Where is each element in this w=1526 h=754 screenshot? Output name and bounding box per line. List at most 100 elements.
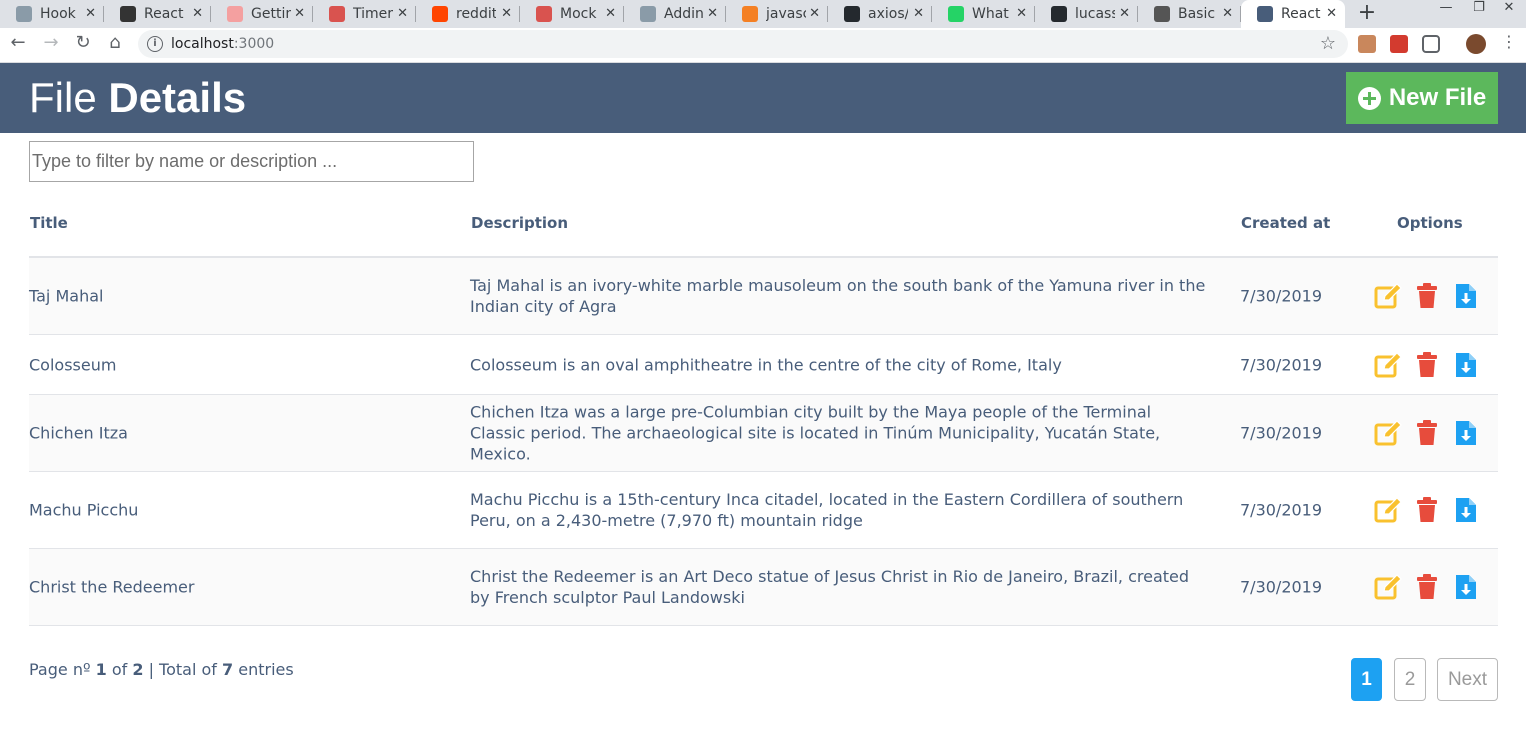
pocket-icon[interactable] [1422, 35, 1440, 53]
row-options [1374, 419, 1491, 447]
profile-avatar[interactable] [1466, 34, 1486, 54]
tab-close-icon[interactable]: ✕ [913, 6, 924, 21]
tab-close-icon[interactable]: ✕ [1326, 6, 1337, 21]
tab-close-icon[interactable]: ✕ [1016, 6, 1027, 21]
column-header-title[interactable]: Title [30, 214, 68, 232]
browser-tab-label: reddit [456, 6, 496, 22]
browser-tab[interactable]: Hook ✕ [0, 0, 104, 28]
browser-tab-label: What [972, 6, 1009, 22]
files-table: Title Description Created at Options Taj… [29, 200, 1498, 626]
browser-tab[interactable]: React ✕ [1241, 0, 1345, 28]
row-description: Chichen Itza was a large pre-Columbian c… [470, 402, 1161, 464]
sketch-icon [329, 6, 345, 22]
close-window-icon[interactable]: ✕ [1501, 0, 1517, 28]
table-row: Machu Picchu Machu Picchu is a 15th-centu… [29, 472, 1498, 549]
browser-tab[interactable]: Timer ✕ [313, 0, 416, 28]
edit-icon[interactable] [1374, 351, 1402, 379]
row-options [1374, 496, 1491, 524]
browser-tab-label: javasc [766, 6, 806, 22]
reddit-icon [432, 6, 448, 22]
table-header: Title Description Created at Options [29, 200, 1498, 258]
address-bar[interactable]: i localhost:3000 ☆ [138, 30, 1348, 58]
page-title: File Details [29, 74, 247, 121]
tab-close-icon[interactable]: ✕ [707, 6, 718, 21]
browser-tab-label: React [1281, 6, 1321, 22]
browser-tab[interactable]: Mock ✕ [520, 0, 624, 28]
filter-input[interactable] [29, 141, 474, 182]
tab-close-icon[interactable]: ✕ [1222, 6, 1233, 21]
tab-close-icon[interactable]: ✕ [397, 6, 408, 21]
back-icon[interactable]: ← [5, 32, 31, 58]
browser-tab[interactable]: Gettin ✕ [211, 0, 313, 28]
delete-icon[interactable] [1413, 573, 1441, 601]
browser-tab[interactable]: lucass ✕ [1035, 0, 1138, 28]
github-icon [844, 6, 860, 22]
page-2-button[interactable]: 2 [1394, 658, 1426, 701]
row-created-at: 7/30/2019 [1240, 423, 1323, 443]
bookmark-star-icon[interactable]: ☆ [1320, 33, 1336, 54]
browser-tab-label: Mock [560, 6, 597, 22]
plus-circle-icon [1357, 86, 1381, 110]
download-icon[interactable] [1452, 573, 1480, 601]
browser-tab[interactable]: javasc ✕ [726, 0, 828, 28]
site-info-icon[interactable]: i [147, 36, 163, 52]
tab-close-icon[interactable]: ✕ [294, 6, 305, 21]
tab-close-icon[interactable]: ✕ [605, 6, 616, 21]
tab-close-icon[interactable]: ✕ [1119, 6, 1130, 21]
address-url: localhost:3000 [171, 36, 275, 52]
extension-icon[interactable] [1358, 35, 1376, 53]
react-icon [16, 6, 32, 22]
tab-close-icon[interactable]: ✕ [501, 6, 512, 21]
browser-tab[interactable]: axios/ ✕ [828, 0, 932, 28]
markdown-icon [1154, 6, 1170, 22]
row-created-at: 7/30/2019 [1240, 577, 1323, 597]
react-icon [1257, 6, 1273, 22]
page-info: Page nº 1 of 2 | Total of 7 entries [29, 660, 294, 679]
download-icon[interactable] [1452, 419, 1480, 447]
delete-icon[interactable] [1413, 496, 1441, 524]
browser-tab[interactable]: Basic ✕ [1138, 0, 1241, 28]
new-file-button[interactable]: New File [1346, 72, 1498, 124]
download-icon[interactable] [1452, 351, 1480, 379]
delete-icon[interactable] [1413, 351, 1441, 379]
column-header-created-at[interactable]: Created at [1241, 214, 1330, 232]
row-created-at: 7/30/2019 [1240, 286, 1323, 306]
new-tab-button[interactable]: + [1357, 0, 1377, 28]
extension-icon[interactable] [1390, 35, 1408, 53]
column-header-options: Options [1397, 214, 1463, 232]
forward-icon[interactable]: → [38, 32, 64, 58]
column-header-description[interactable]: Description [471, 214, 568, 232]
browser-tab[interactable]: reddit ✕ [416, 0, 520, 28]
react-icon [640, 6, 656, 22]
sketch-icon [536, 6, 552, 22]
browser-tab-strip: Hook ✕ React ✕ Gettin ✕ Timer ✕ reddit ✕ Mock ✕ Addi… [0, 0, 1526, 28]
browser-tab[interactable]: What ✕ [932, 0, 1035, 28]
delete-icon[interactable] [1413, 282, 1441, 310]
tab-close-icon[interactable]: ✕ [85, 6, 96, 21]
browser-toolbar: ← → ↻ ⌂ i localhost:3000 ☆ ⋮ [0, 28, 1526, 63]
delete-icon[interactable] [1413, 419, 1441, 447]
row-options [1374, 282, 1491, 310]
restore-window-icon[interactable]: ❐ [1471, 0, 1487, 28]
edit-icon[interactable] [1374, 496, 1402, 524]
flower-icon [227, 6, 243, 22]
edit-icon[interactable] [1374, 282, 1402, 310]
download-icon[interactable] [1452, 496, 1480, 524]
browser-menu-icon[interactable]: ⋮ [1496, 32, 1522, 58]
minimize-window-icon[interactable]: — [1438, 0, 1454, 28]
table-row: Taj Mahal Taj Mahal is an ivory-white mar… [29, 258, 1498, 335]
browser-tab[interactable]: React ✕ [104, 0, 211, 28]
row-title: Chichen Itza [29, 423, 128, 443]
browser-tab[interactable]: Addin ✕ [624, 0, 726, 28]
tab-close-icon[interactable]: ✕ [192, 6, 203, 21]
download-icon[interactable] [1452, 282, 1480, 310]
next-page-button[interactable]: Next [1437, 658, 1498, 701]
row-created-at: 7/30/2019 [1240, 500, 1323, 520]
edit-icon[interactable] [1374, 573, 1402, 601]
reload-icon[interactable]: ↻ [70, 32, 96, 58]
tab-close-icon[interactable]: ✕ [809, 6, 820, 21]
home-icon[interactable]: ⌂ [102, 32, 128, 58]
edit-icon[interactable] [1374, 419, 1402, 447]
browser-tab-label: Addin [664, 6, 704, 22]
page-1-button[interactable]: 1 [1351, 658, 1382, 701]
